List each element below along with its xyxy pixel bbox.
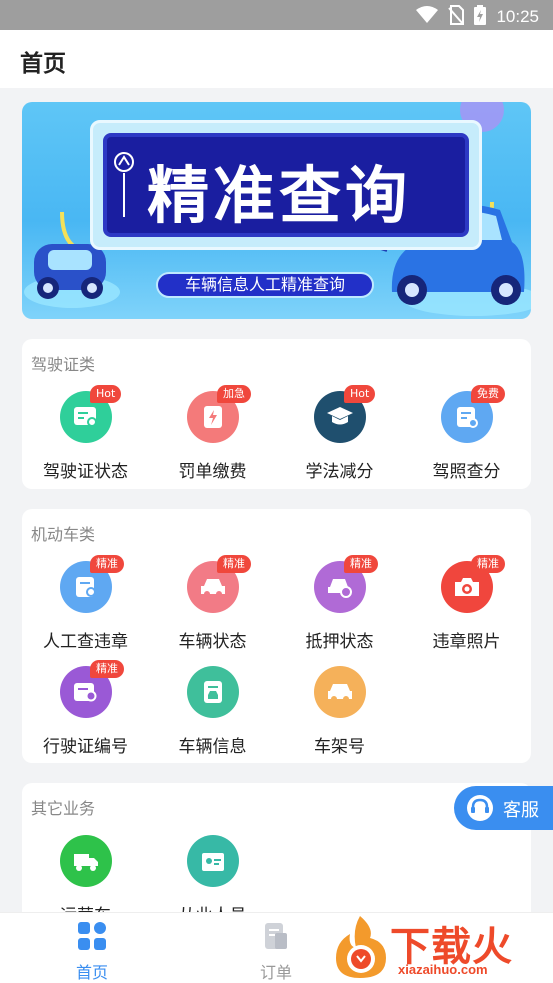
menu-item-license-score[interactable]: 免费 驾照查分 <box>403 385 530 501</box>
status-bar: 10:25 <box>0 0 553 30</box>
tab-label: 订单 <box>259 963 292 982</box>
section-motor-vehicle: 机动车类 精准 人工查违章 精准 车辆状态 精准 抵押状态 精准 违章照片 精准… <box>22 509 531 763</box>
section-title: 其它业务 <box>31 799 96 818</box>
wifi-icon <box>416 6 439 28</box>
menu-item-label: 人工查违章 <box>43 632 128 652</box>
flame-logo-icon <box>330 914 392 983</box>
menu-item-label: 驾驶证状态 <box>43 462 128 482</box>
menu-item-label: 车架号 <box>314 737 365 757</box>
badge-precise: 精准 <box>217 555 251 573</box>
vehicle-info-icon <box>187 666 239 718</box>
menu-item-label: 行驶证编号 <box>43 737 128 757</box>
menu-item-label: 车辆状态 <box>178 632 247 652</box>
watermark: 下载火 xiazaihuo.com <box>328 912 553 983</box>
no-sim-icon <box>448 5 465 29</box>
app-bar: 首页 <box>0 30 553 88</box>
truck-icon <box>60 835 112 887</box>
menu-item-manual-violation[interactable]: 精准 人工查违章 <box>22 555 149 671</box>
badge-precise: 精准 <box>471 555 505 573</box>
badge-precise: 精准 <box>90 555 124 573</box>
tab-label: 首页 <box>75 963 108 982</box>
practitioner-icon <box>187 835 239 887</box>
menu-item-label: 驾照查分 <box>432 462 501 482</box>
badge-free: 免费 <box>471 385 505 403</box>
home-grid-icon <box>77 922 107 955</box>
section-title: 机动车类 <box>31 525 96 544</box>
customer-service-button[interactable]: 客服 <box>454 786 553 830</box>
banner-headline: 精准查询 <box>147 159 412 232</box>
menu-item-mortgage-status[interactable]: 精准 抵押状态 <box>276 555 403 671</box>
order-icon <box>261 923 291 955</box>
menu-item-license-status[interactable]: Hot 驾驶证状态 <box>22 385 149 501</box>
menu-item-vehicle-info[interactable]: 车辆信息 <box>149 666 276 776</box>
watermark-url: xiazaihuo.com <box>398 962 488 977</box>
promo-banner[interactable]: 精准查询 车辆信息人工精准查询 <box>22 102 531 319</box>
badge-urgent: 加急 <box>217 385 251 403</box>
headset-icon <box>466 794 494 826</box>
badge-hot: Hot <box>344 385 376 403</box>
menu-item-label: 车辆信息 <box>178 737 247 757</box>
banner-board: 精准查询 <box>90 120 482 250</box>
badge-hot: Hot <box>90 385 122 403</box>
tab-home[interactable]: 首页 <box>32 921 152 983</box>
section-driver-license: 驾驶证类 Hot 驾驶证状态 加急 罚单缴费 Hot 学法减分 免费 驾照查分 <box>22 339 531 489</box>
menu-item-label: 学法减分 <box>305 462 374 482</box>
battery-icon <box>474 5 487 29</box>
menu-item-study-deduct[interactable]: Hot 学法减分 <box>276 385 403 501</box>
customer-service-label: 客服 <box>503 800 539 821</box>
badge-precise: 精准 <box>90 660 124 678</box>
menu-item-violation-photo[interactable]: 精准 违章照片 <box>403 555 530 671</box>
menu-item-label: 违章照片 <box>432 632 501 652</box>
vin-icon <box>314 666 366 718</box>
menu-item-label: 罚单缴费 <box>178 462 247 482</box>
menu-item-car-status[interactable]: 精准 车辆状态 <box>149 555 276 671</box>
banner-subtitle: 车辆信息人工精准查询 <box>156 272 374 298</box>
badge-precise: 精准 <box>344 555 378 573</box>
page-title: 首页 <box>20 51 66 77</box>
menu-item-label: 抵押状态 <box>305 632 374 652</box>
tab-orders[interactable]: 订单 <box>216 921 336 983</box>
direction-sign-icon <box>113 151 135 225</box>
section-title: 驾驶证类 <box>31 355 96 374</box>
menu-item-vin[interactable]: 车架号 <box>276 666 403 776</box>
menu-item-ticket-payment[interactable]: 加急 罚单缴费 <box>149 385 276 501</box>
status-time: 10:25 <box>496 7 539 26</box>
menu-item-vehicle-license-no[interactable]: 精准 行驶证编号 <box>22 660 149 776</box>
